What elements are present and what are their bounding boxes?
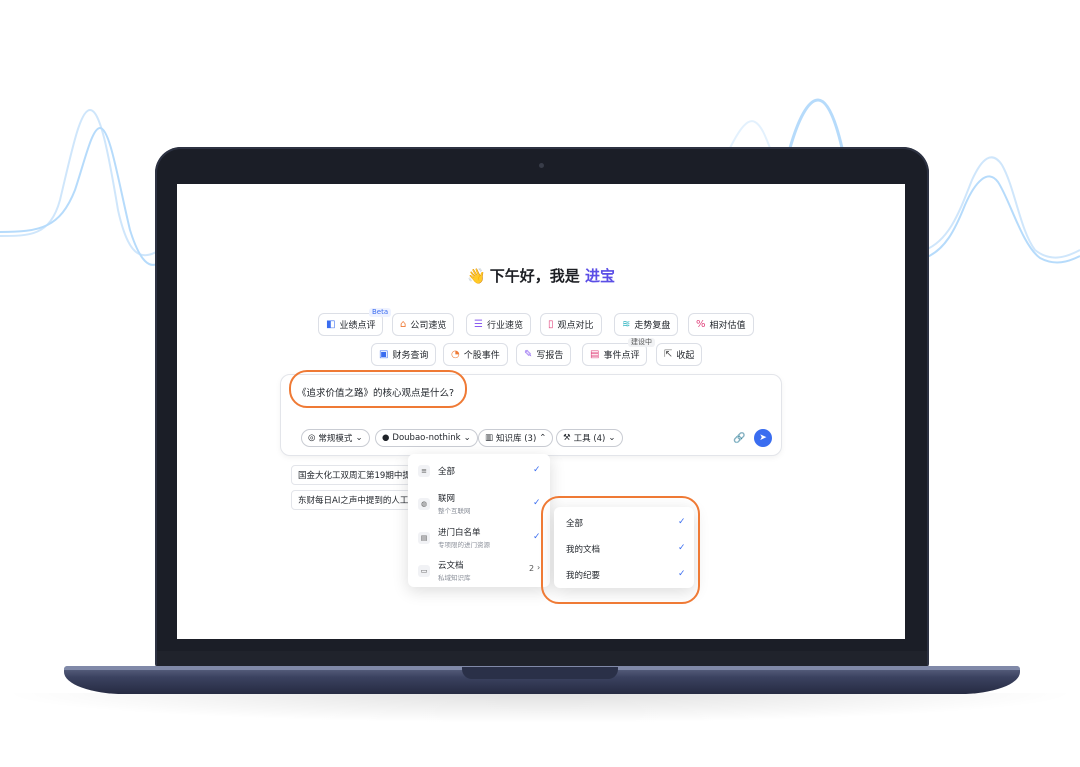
feature-chip-company-overview[interactable]: ⌂ 公司速览 (392, 313, 455, 336)
feature-label: 财务查询 (392, 351, 429, 361)
mode-label: 常规模式 (318, 434, 353, 444)
model-select[interactable]: ● Doubao-nothink ⌄ (375, 429, 478, 447)
feature-label: 写报告 (536, 351, 564, 361)
chevron-up-icon: ⌃ (539, 433, 547, 443)
trend-icon: ≋ (622, 318, 631, 330)
suggestion-item[interactable]: 国金大化工双周汇第19期中提 (291, 465, 411, 485)
globe-icon: ◍ (418, 498, 430, 510)
suggestion-text: 国金大化工双周汇第19期中提 (298, 471, 411, 481)
feature-chip-view-compare[interactable]: ▯ 观点对比 (540, 313, 602, 336)
waving-hand-icon: 👋 (467, 267, 486, 285)
database-icon: ▤ (418, 532, 430, 544)
submenu-highlight-ring (541, 496, 700, 604)
chevron-down-icon: ⌄ (608, 433, 616, 443)
percent-icon: % (696, 318, 706, 330)
camera-icon (539, 163, 544, 168)
book-icon: ▥ (485, 433, 494, 443)
kb-item-whitelist[interactable]: ▤ 进门白名单 专项限的进门资源 ✓ (408, 524, 550, 550)
laptop-shadow (0, 693, 1080, 723)
brand-name: 进宝 (584, 267, 615, 285)
model-logo-icon: ● (382, 433, 390, 443)
tools-icon: ⚒ (563, 433, 571, 443)
send-button[interactable]: ➤ (754, 429, 772, 447)
feature-chip-financial-query[interactable]: ▣ 财务查询 (371, 343, 437, 366)
under-construction-badge: 建设中 (628, 338, 655, 347)
kb-item-all[interactable]: ≡ 全部 ✓ (408, 460, 550, 482)
greeting-text: 下午好，我是 (489, 267, 585, 285)
folder-icon: ▭ (418, 565, 430, 577)
link-icon[interactable]: 🔗 (733, 433, 745, 444)
send-icon: ➤ (759, 433, 767, 443)
feature-chip-collapse[interactable]: ⇱ 收起 (656, 343, 703, 366)
query-highlight-ring (289, 370, 467, 408)
finance-icon: ▣ (379, 348, 389, 360)
report-icon: ◧ (326, 318, 336, 330)
suggestion-item[interactable]: 东财每日AI之声中提到的人工 (291, 490, 411, 510)
feature-label: 相对估值 (709, 321, 746, 331)
feature-chip-stock-events[interactable]: ◔ 个股事件 (443, 343, 508, 366)
chevron-down-icon: ⌄ (355, 433, 363, 443)
chat-mode-icon: ◎ (308, 433, 316, 443)
feature-chip-industry-overview[interactable]: ☰ 行业速览 (466, 313, 531, 336)
app-screen: 👋 下午好，我是 进宝 ◧ 业绩点评 Beta ⌂ 公司速览 ☰ 行业速览 ▯ 观… (177, 184, 905, 639)
feature-chip-trend-review[interactable]: ≋ 走势复盘 (614, 313, 679, 336)
industry-icon: ☰ (474, 318, 483, 330)
compare-icon: ▯ (548, 318, 554, 330)
knowledge-base-menu: ≡ 全部 ✓ ◍ 联网 整个互联网 ✓ ▤ 进门白名单 专项限的进门资源 ✓ ▭… (408, 454, 550, 587)
check-icon: ✓ (533, 498, 541, 508)
kb-item-web[interactable]: ◍ 联网 整个互联网 ✓ (408, 490, 550, 516)
feature-label: 收起 (676, 351, 695, 361)
stage: 👋 下午好，我是 进宝 ◧ 业绩点评 Beta ⌂ 公司速览 ☰ 行业速览 ▯ 观… (0, 0, 1080, 767)
suggestion-text: 东财每日AI之声中提到的人工 (298, 496, 409, 506)
knowledge-base-select[interactable]: ▥ 知识库 (3) ⌃ (478, 429, 554, 447)
write-icon: ✎ (524, 348, 533, 360)
knowledge-label: 知识库 (3) (496, 434, 537, 444)
model-label: Doubao-nothink (392, 433, 461, 443)
feature-label: 观点对比 (557, 321, 594, 331)
check-icon: ✓ (533, 532, 541, 542)
feature-label: 走势复盘 (634, 321, 671, 331)
feature-chip-relative-valuation[interactable]: % 相对估值 (688, 313, 754, 336)
greeting: 👋 下午好，我是 进宝 (177, 265, 905, 286)
list-icon: ≡ (418, 465, 430, 477)
beta-badge: Beta (369, 308, 392, 317)
event-icon: ◔ (451, 348, 460, 360)
collapse-icon: ⇱ (664, 348, 673, 360)
laptop-notch (462, 667, 618, 679)
feature-label: 公司速览 (410, 321, 447, 331)
chevron-down-icon: ⌄ (463, 433, 471, 443)
tools-select[interactable]: ⚒ 工具 (4) ⌄ (556, 429, 623, 447)
chevron-right-icon: › (537, 563, 541, 572)
feature-label: 个股事件 (463, 351, 500, 361)
feature-label: 事件点评 (603, 351, 640, 361)
feature-label: 业绩点评 (339, 321, 376, 331)
mode-select[interactable]: ◎ 常规模式 ⌄ (301, 429, 370, 447)
check-icon: ✓ (533, 465, 541, 475)
comment-icon: ▤ (590, 348, 600, 360)
kb-item-cloud-docs[interactable]: ▭ 云文档 私域知识库 2 › (408, 557, 550, 583)
feature-chip-write-report[interactable]: ✎ 写报告 (516, 343, 572, 366)
feature-label: 行业速览 (486, 321, 523, 331)
cloud-docs-count: 2 (529, 564, 535, 573)
building-icon: ⌂ (400, 318, 407, 330)
tools-label: 工具 (4) (573, 434, 606, 444)
